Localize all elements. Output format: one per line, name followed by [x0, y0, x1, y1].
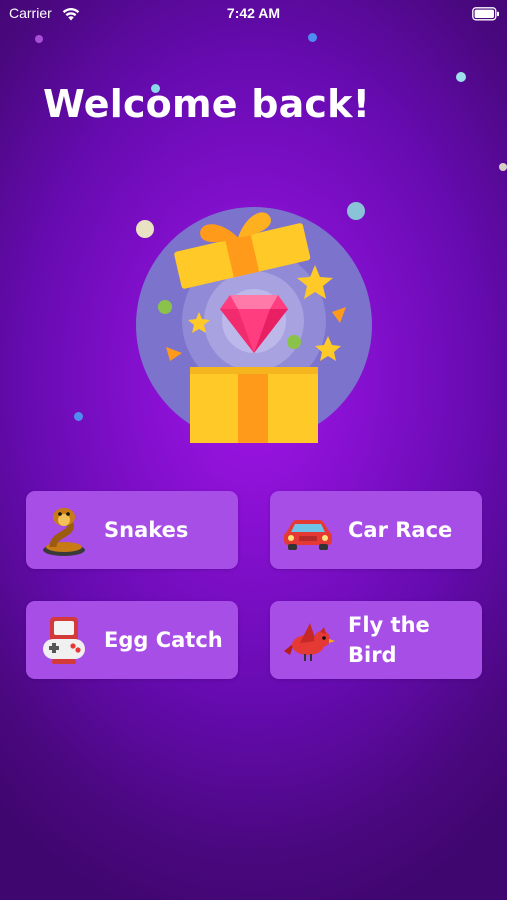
confetti-dot: [499, 163, 507, 171]
gift-illustration: [132, 195, 377, 445]
status-bar: Carrier 7:42 AM: [0, 0, 507, 30]
confetti-dot: [35, 35, 43, 43]
car-race-label: Car Race: [348, 518, 453, 542]
snakes-button[interactable]: Snakes: [26, 491, 238, 569]
cobra-icon: [43, 508, 85, 556]
car-race-button[interactable]: Car Race: [270, 491, 482, 569]
fly-the-bird-label: Fly the Bird: [348, 613, 430, 667]
confetti-dot: [456, 72, 466, 82]
status-time: 7:42 AM: [226, 5, 281, 21]
gift-diamond-icon: [136, 202, 372, 443]
confetti-dot: [74, 412, 83, 421]
page-title: Welcome back!: [43, 82, 371, 126]
snakes-label: Snakes: [104, 518, 189, 542]
red-car-icon: [284, 520, 332, 550]
red-bird-icon: [284, 623, 335, 661]
egg-catch-label: Egg Catch: [104, 628, 223, 652]
fly-the-bird-button[interactable]: Fly the Bird: [270, 601, 482, 679]
confetti-dot: [308, 33, 317, 42]
egg-catch-button[interactable]: Egg Catch: [26, 601, 238, 679]
battery-icon: [472, 7, 499, 21]
game-controller-icon: [43, 617, 85, 664]
